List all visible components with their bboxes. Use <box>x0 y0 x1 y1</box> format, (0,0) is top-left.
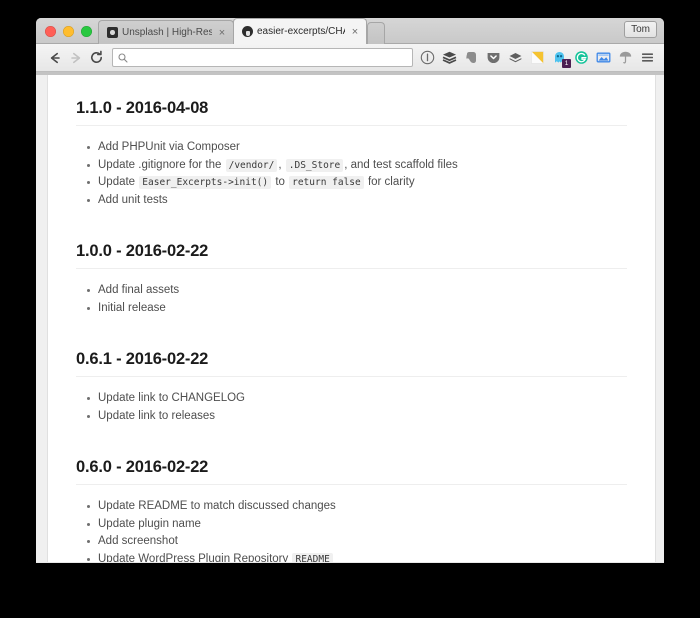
release-heading: 0.6.1 - 2016-02-22 <box>76 327 627 377</box>
forward-button[interactable] <box>65 47 86 68</box>
change-text: for clarity <box>364 176 415 188</box>
evernote-icon[interactable] <box>463 49 480 66</box>
change-text: , <box>278 158 285 171</box>
window-capture-icon[interactable] <box>595 49 612 66</box>
changelog-document: 1.1.0 - 2016-04-08 Add PHPUnit via Compos… <box>47 75 656 562</box>
extension-icons: 1 <box>419 49 656 68</box>
browser-window: Unsplash | High-Resolution × easier-exce… <box>36 18 664 563</box>
change-text: Initial release <box>98 301 166 314</box>
change-list-item: Update WordPress Plugin Repository READM… <box>87 551 627 563</box>
change-list-item: Update Easer_Excerpts->init() to return … <box>87 174 627 192</box>
change-text: Update .gitignore for the <box>98 158 225 171</box>
release-change-list: Add PHPUnit via Composer Update .gitignor… <box>76 126 627 219</box>
close-icon[interactable]: × <box>350 26 360 37</box>
inline-code: .DS_Store <box>285 158 344 172</box>
change-list-item: Add screenshot <box>87 533 627 551</box>
tab-title: easier-excerpts/CHANGEL <box>257 25 345 37</box>
highlighter-icon[interactable] <box>529 49 546 66</box>
tab-unsplash[interactable]: Unsplash | High-Resolution × <box>98 20 234 44</box>
back-button[interactable] <box>44 47 65 68</box>
change-list-item: Add final assets <box>87 282 627 300</box>
change-text: Add PHPUnit via Composer <box>98 141 240 153</box>
browser-toolbar: 1 <box>36 44 664 72</box>
diamond-shield-icon[interactable] <box>507 49 524 66</box>
change-list-item: Update README to match discussed changes <box>87 498 627 516</box>
inline-code: return false <box>289 176 364 189</box>
change-text: Update plugin name <box>98 517 201 530</box>
change-text: , and test scaffold files <box>344 158 458 171</box>
pocket-shield-icon[interactable] <box>485 49 502 66</box>
changelog-sections: 1.1.0 - 2016-04-08 Add PHPUnit via Compos… <box>76 75 627 562</box>
release-change-list: Add final assets Initial release <box>76 269 627 327</box>
profile-button[interactable]: Tom <box>624 21 657 38</box>
change-list-item: Initial release <box>87 300 627 318</box>
change-text: Update link to releases <box>98 409 215 422</box>
change-list-item: Update link to CHANGELOG <box>87 390 627 408</box>
ghostery-badge-count: 1 <box>562 59 571 68</box>
change-text: Update link to CHANGELOG <box>98 392 246 404</box>
release-heading: 0.6.0 - 2016-02-22 <box>76 435 627 485</box>
release-change-list: Update link to CHANGELOG Update link to r… <box>76 377 627 435</box>
page-viewport: 1.1.0 - 2016-04-08 Add PHPUnit via Compos… <box>36 72 664 562</box>
address-bar[interactable] <box>112 48 413 67</box>
reload-button[interactable] <box>86 47 107 68</box>
change-list-item: Update link to releases <box>87 408 627 426</box>
change-list-item: Update plugin name <box>87 516 627 534</box>
ghostery-icon[interactable]: 1 <box>551 49 571 68</box>
change-list-item: Add unit tests <box>87 192 627 210</box>
release-heading: 1.0.0 - 2016-02-22 <box>76 219 627 269</box>
inline-code: Easer_Excerpts->init() <box>139 176 272 189</box>
inline-code: README <box>292 552 333 562</box>
change-list-item: Update .gitignore for the /vendor/, .DS_… <box>87 157 627 175</box>
release-heading: 1.1.0 - 2016-04-08 <box>76 76 627 126</box>
chrome-menu-icon[interactable] <box>639 49 656 66</box>
change-text: Update <box>98 176 139 188</box>
github-icon <box>242 26 253 37</box>
info-circle-icon[interactable] <box>419 49 436 66</box>
camera-icon <box>107 27 118 38</box>
close-window-button[interactable] <box>45 26 56 37</box>
grammarly-icon[interactable] <box>573 49 590 66</box>
window-controls <box>45 26 92 37</box>
layers-stack-icon[interactable] <box>441 49 458 66</box>
tab-easier-excerpts-changelog[interactable]: easier-excerpts/CHANGEL × <box>233 18 367 44</box>
change-list-item: Add PHPUnit via Composer <box>87 139 627 157</box>
change-text: Update README to match discussed changes <box>98 500 336 512</box>
search-icon <box>118 52 128 63</box>
change-text: to <box>272 176 289 188</box>
change-text: Add screenshot <box>98 535 178 547</box>
zoom-window-button[interactable] <box>81 26 92 37</box>
tab-list: Unsplash | High-Resolution × easier-exce… <box>98 18 385 44</box>
new-tab-button[interactable] <box>367 22 385 44</box>
close-icon[interactable]: × <box>217 27 227 38</box>
tab-title: Unsplash | High-Resolution <box>122 26 212 38</box>
minimize-window-button[interactable] <box>63 26 74 37</box>
tab-strip: Unsplash | High-Resolution × easier-exce… <box>36 18 664 44</box>
release-change-list: Update README to match discussed changes… <box>76 485 627 562</box>
umbrella-shield-icon[interactable] <box>617 49 634 66</box>
change-text: Add unit tests <box>98 193 168 206</box>
inline-code: /vendor/ <box>225 158 278 172</box>
change-text: Add final assets <box>98 284 180 296</box>
change-text: Update WordPress Plugin Repository <box>98 552 292 563</box>
